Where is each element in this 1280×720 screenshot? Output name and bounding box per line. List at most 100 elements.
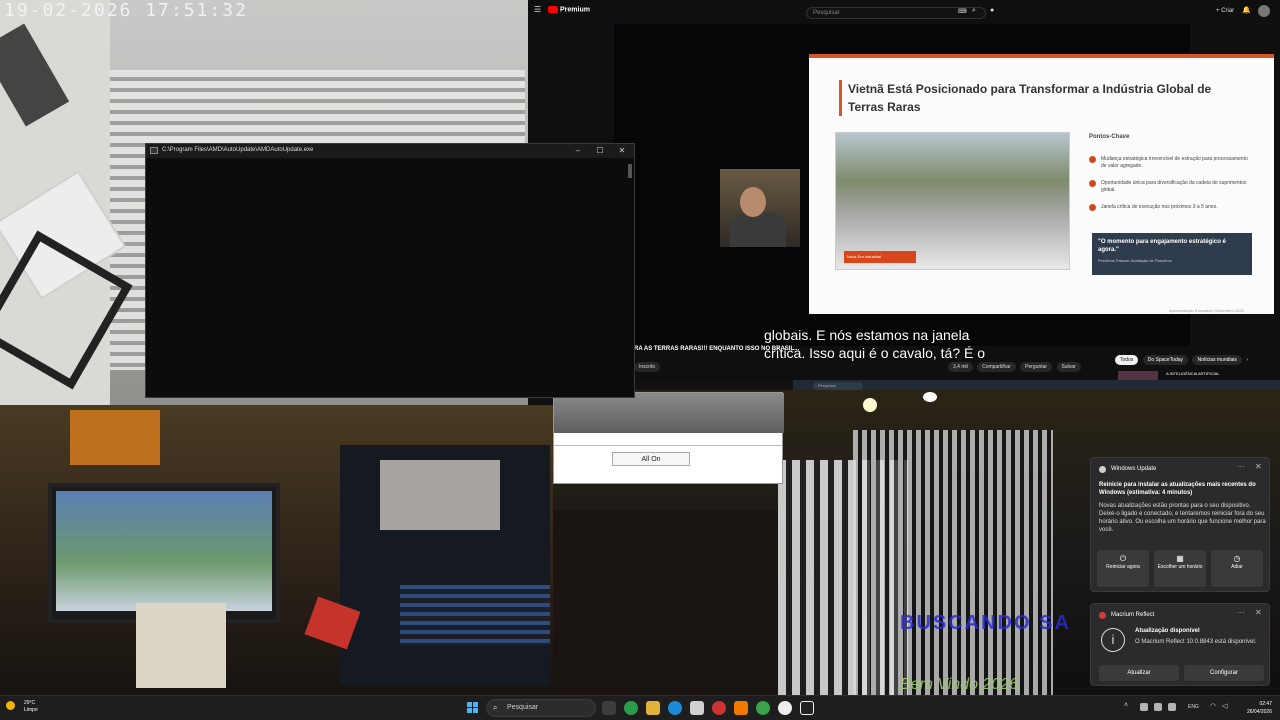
more-options-icon[interactable]: ··· bbox=[1237, 608, 1245, 617]
chevron-up-icon[interactable]: ˄ bbox=[1124, 702, 1128, 709]
create-button[interactable]: + Criar bbox=[1216, 8, 1234, 14]
search-icon[interactable]: ⌕ bbox=[972, 7, 976, 15]
clock-time: 02:47 bbox=[1259, 701, 1272, 707]
taskbar: 29°C Limpo ⌕ Pesquisar ˄ ENG ◠ ◁ 02:47 26… bbox=[0, 695, 1280, 720]
keyboard-icon[interactable]: ⌨ bbox=[958, 8, 967, 15]
start-button[interactable] bbox=[467, 702, 479, 714]
button-label: Escolher um horário bbox=[1157, 564, 1203, 570]
vlc-icon[interactable] bbox=[734, 701, 748, 715]
photo-tag: Nova Era Industrial bbox=[844, 251, 916, 263]
notification-app-name: Macrium Reflect bbox=[1111, 612, 1155, 618]
chip-all[interactable]: Todos bbox=[1115, 355, 1139, 365]
logo-text: Premium bbox=[560, 6, 590, 14]
sun-icon bbox=[6, 701, 15, 710]
like-button[interactable]: 3,4 mil bbox=[948, 362, 973, 372]
related-title[interactable]: A INTELIGÊNCIA ARTIFICIAL bbox=[1166, 371, 1220, 376]
menu-icon[interactable]: ☰ bbox=[534, 5, 541, 14]
subscribe-button[interactable]: Inscrito bbox=[634, 362, 663, 372]
quote-box: "O momento para engajamento estratégico … bbox=[1092, 233, 1252, 275]
language-indicator[interactable]: ENG bbox=[1188, 704, 1199, 710]
amd-icon[interactable] bbox=[800, 701, 814, 715]
notification-title: Atualização disponível bbox=[1135, 628, 1200, 634]
weather-desc: Limpo bbox=[24, 707, 38, 713]
minimize-button[interactable]: – bbox=[566, 144, 590, 158]
calendar-icon: ▦ bbox=[1176, 554, 1184, 563]
browser-icon[interactable] bbox=[756, 701, 770, 715]
notification-app-name: Windows Update bbox=[1111, 466, 1157, 472]
all-on-button[interactable]: All On bbox=[612, 452, 690, 466]
obs-icon[interactable] bbox=[778, 701, 792, 715]
youtube-header: ☰ Premium Pesquisar ⌨ ⌕ ● + Criar 🔔 bbox=[528, 0, 1280, 24]
remote-taskbar-search[interactable]: Pesquisar bbox=[813, 382, 863, 390]
clock-date: 26/04/2026 bbox=[1246, 709, 1272, 715]
task-view-icon[interactable] bbox=[602, 701, 616, 715]
store-icon[interactable] bbox=[690, 701, 704, 715]
chip-spacetoday[interactable]: Do SpaceToday bbox=[1142, 355, 1189, 365]
console-scrollbar[interactable] bbox=[628, 164, 632, 178]
power-icon: ⏻ bbox=[1119, 554, 1127, 563]
save-button[interactable]: Salvar bbox=[1056, 362, 1081, 372]
slide-bullet: Oportunidade única para diversificação d… bbox=[1089, 180, 1249, 194]
ask-button[interactable]: Perguntar bbox=[1020, 362, 1053, 372]
notification-body: O Macrium Reflect 10.0.8843 está disponí… bbox=[1135, 639, 1257, 645]
postpone-button[interactable]: ◷ Adiar bbox=[1211, 550, 1263, 587]
notification-body: Novas atualizações estão prontas para o … bbox=[1099, 503, 1266, 533]
chevron-right-icon[interactable]: › bbox=[1246, 357, 1248, 363]
windows-update-notification: Windows Update ··· ✕ Reinicie para insta… bbox=[1090, 457, 1270, 592]
search-icon: ⌕ bbox=[493, 703, 498, 712]
device-dialog: All On bbox=[553, 392, 784, 484]
chrome-icon[interactable] bbox=[624, 701, 638, 715]
video-title: RA AS TERRAS RARAS!!! ENQUANTO ISSO NO B… bbox=[634, 346, 800, 352]
chip-world-news[interactable]: Notícias mundiais bbox=[1192, 355, 1242, 365]
presentation-slide: Vietnã Está Posicionado para Transformar… bbox=[809, 54, 1274, 314]
windows-update-icon bbox=[1099, 466, 1106, 473]
video-actions: 3,4 mil Compartilhar Perguntar Salvar bbox=[948, 362, 1084, 372]
slide-footer: Apresentação Executiva | Dezembro 2025 bbox=[1169, 308, 1244, 313]
wifi-icon[interactable]: ◠ bbox=[1210, 702, 1216, 710]
console-title: C:\Program Files\AMD\AutoUpdate\AMDAutoU… bbox=[162, 147, 314, 153]
macrium-icon bbox=[1099, 612, 1106, 619]
configure-button[interactable]: Configurar bbox=[1184, 665, 1264, 681]
slide-photo: Nova Era Industrial bbox=[835, 132, 1070, 270]
restart-now-button[interactable]: ⏻ Reiniciar agora bbox=[1097, 550, 1149, 587]
tray-icon[interactable] bbox=[1168, 703, 1176, 711]
avatar[interactable] bbox=[1258, 5, 1270, 17]
streamer-webcam bbox=[720, 169, 800, 247]
slide-bullet: Janela crítica de execução nos próximos … bbox=[1089, 204, 1249, 211]
close-icon[interactable]: ✕ bbox=[1255, 462, 1262, 471]
update-button[interactable]: Atualizar bbox=[1099, 665, 1179, 681]
subtitle-line: globais. E nós estamos na janela bbox=[764, 327, 970, 343]
taskbar-search-label: Pesquisar bbox=[507, 704, 539, 711]
close-button[interactable]: ✕ bbox=[610, 144, 634, 158]
tray-icon[interactable] bbox=[1154, 703, 1162, 711]
button-label: Reiniciar agora bbox=[1106, 564, 1140, 570]
video-player[interactable]: Vietnã Está Posicionado para Transformar… bbox=[614, 24, 1274, 361]
close-icon[interactable]: ✕ bbox=[1255, 608, 1262, 617]
related-chips: Todos Do SpaceToday Notícias mundiais › bbox=[1115, 355, 1248, 365]
subscribe-label: Inscrito bbox=[634, 362, 661, 372]
choose-time-button[interactable]: ▦ Escolher um horário bbox=[1154, 550, 1206, 587]
slide-title: Vietnã Está Posicionado para Transformar… bbox=[839, 80, 1239, 116]
microphone-icon[interactable]: ● bbox=[990, 7, 994, 14]
edge-icon[interactable] bbox=[668, 701, 682, 715]
welcome-text: Bem Vindo 2026 bbox=[900, 676, 1019, 693]
quote-subtext: Próximos Passos: Avaliação de Parceiros bbox=[1098, 258, 1172, 263]
slide-bullet: Mudança estratégica irreversível de extr… bbox=[1089, 156, 1249, 170]
system-clock[interactable]: 02:47 26/04/2026 bbox=[1238, 700, 1272, 716]
notifications-icon[interactable]: 🔔 bbox=[1242, 6, 1252, 15]
youtube-logo[interactable]: Premium bbox=[548, 6, 590, 13]
volume-icon[interactable]: ◁ bbox=[1222, 702, 1227, 710]
more-options-icon[interactable]: ··· bbox=[1237, 462, 1245, 471]
share-button[interactable]: Compartilhar bbox=[977, 362, 1016, 372]
app-icon[interactable] bbox=[712, 701, 726, 715]
weather-temp: 29°C bbox=[24, 700, 36, 706]
maximize-button[interactable]: ☐ bbox=[588, 144, 612, 158]
file-explorer-icon[interactable] bbox=[646, 701, 660, 715]
related-thumbnail[interactable] bbox=[1118, 371, 1158, 380]
taskbar-search[interactable]: ⌕ Pesquisar bbox=[486, 699, 596, 717]
desktop: 19-02-2026 17:51:32 ☰ Premium Pesquisar … bbox=[0, 0, 1280, 720]
clock-icon: ◷ bbox=[1233, 554, 1241, 563]
console-title-bar[interactable]: C:\Program Files\AMD\AutoUpdate\AMDAutoU… bbox=[146, 144, 634, 158]
tray-icon[interactable] bbox=[1140, 703, 1148, 711]
youtube-window: ☰ Premium Pesquisar ⌨ ⌕ ● + Criar 🔔 Viet… bbox=[528, 0, 1280, 392]
